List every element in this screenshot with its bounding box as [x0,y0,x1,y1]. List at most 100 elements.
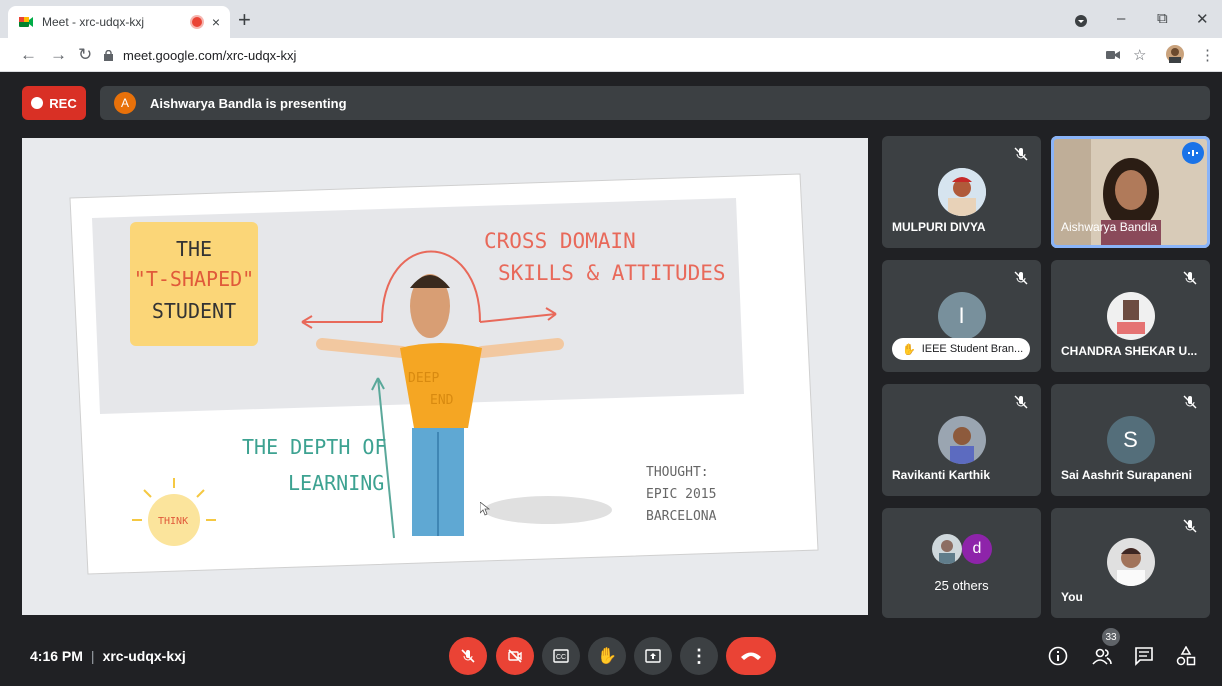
mic-off-icon [1183,395,1197,409]
participant-initial-avatar: d [962,534,992,564]
meeting-code: xrc-udqx-kxj [102,648,186,664]
shirt-text-1: DEEP [408,371,439,386]
camera-toggle-button[interactable] [496,637,534,675]
slide-cross-1: CROSS DOMAIN [484,229,636,253]
close-window-button[interactable]: ✕ [1196,10,1209,28]
slide-title-2: "T-SHAPED" [134,267,254,291]
chat-button[interactable] [1132,644,1156,668]
slide-title-3: STUDENT [152,299,236,323]
participant-name: CHANDRA SHEKAR U... [1061,344,1198,358]
mic-off-icon [1014,271,1028,285]
back-icon[interactable]: ← [20,45,37,65]
participants-button[interactable] [1090,644,1114,668]
slide-cross-2: SKILLS & ATTITUDES [498,261,726,285]
separator: | [90,648,95,664]
others-tile[interactable]: d 25 others [882,508,1041,618]
forward-icon[interactable]: → [50,45,67,65]
self-avatar [1106,538,1155,586]
info-icon [1048,646,1068,666]
profile-menu-icon[interactable] [1075,15,1087,27]
slide-depth-2: LEARNING [288,471,384,495]
chat-icon [1135,647,1153,666]
participant-tile[interactable]: CHANDRA SHEKAR U... [1051,260,1210,372]
present-screen-icon [645,649,661,663]
slide-depth-1: THE DEPTH OF [242,435,387,459]
others-count: 25 others [934,578,989,593]
participant-avatar: I [937,292,986,340]
rec-dot-icon [31,97,44,109]
reload-icon[interactable]: ↻ [78,45,92,65]
meet-favicon-icon [19,17,33,27]
participant-name: Sai Aashrit Surapaneni [1061,468,1192,482]
mouse-cursor-icon [480,502,490,516]
presenting-text: Aishwarya Bandla is presenting [150,95,347,111]
participant-tile[interactable]: I ✋ IEEE Student Bran... [882,260,1041,372]
leave-call-button[interactable] [726,637,776,675]
slide-credit-3: BARCELONA [646,509,717,524]
url-field[interactable]: meet.google.com/xrc-udqx-kxj [104,43,1104,67]
recording-badge[interactable]: REC [22,86,86,120]
hand-icon: ✋ [597,648,617,665]
present-now-button[interactable] [634,637,672,675]
mic-toggle-button[interactable] [449,637,487,675]
captions-button[interactable]: CC [542,637,580,675]
maximize-button[interactable]: ⧉ [1157,10,1168,27]
participant-name: Ravikanti Karthik [892,468,991,482]
participant-tile-active[interactable]: Aishwarya Bandla [1051,136,1210,248]
mic-off-icon [1014,395,1028,409]
raise-hand-button[interactable]: ✋ [588,637,626,675]
presenting-banner: A Aishwarya Bandla is presenting [100,86,1210,120]
participant-avatar: S [1106,416,1155,464]
presenter-avatar: A [114,92,136,114]
url-text: meet.google.com/xrc-udqx-kxj [123,47,297,63]
captions-icon: CC [553,649,569,663]
bulb-text: THINK [158,516,188,527]
camera-off-icon [508,649,522,663]
participant-name: You [1061,590,1083,604]
slide-title-1: THE [176,237,212,261]
mic-off-icon [1014,147,1028,161]
participant-tile[interactable]: S Sai Aashrit Surapaneni [1051,384,1210,496]
browser-tab[interactable]: Meet - xrc-udqx-kxj × [8,6,230,38]
camera-permission-icon[interactable] [1106,50,1120,60]
mic-off-icon [1183,271,1197,285]
new-tab-button[interactable]: + [238,9,251,31]
participant-name: MULPURI DIVYA [892,220,986,234]
speaking-indicator-icon [1182,142,1204,164]
slide-canvas: THE "T-SHAPED" STUDENT CROSS DOMAIN SKIL… [69,173,819,575]
svg-text:CC: CC [556,654,566,661]
shirt-text-2: END [430,393,454,408]
lock-icon [104,49,113,61]
slide-credit-1: THOUGHT: [646,465,709,480]
participant-name: IEEE Student Bran... [921,343,1024,355]
participant-avatar [932,534,962,564]
activities-icon [1176,646,1196,666]
participant-tile[interactable]: MULPURI DIVYA [882,136,1041,248]
activities-button[interactable] [1174,644,1198,668]
tab-close-button[interactable]: × [212,14,220,30]
mic-off-icon [1183,519,1197,533]
hand-raised-chip: ✋ IEEE Student Bran... [892,338,1030,360]
browser-menu-icon[interactable]: ⋮ [1200,46,1215,64]
more-vert-icon: ⋮ [690,645,708,666]
mic-off-icon [461,649,475,663]
profile-avatar-icon[interactable] [1166,45,1184,63]
participant-avatar [937,416,986,464]
meeting-info-button[interactable] [1046,644,1070,668]
self-tile[interactable]: You [1051,508,1210,618]
more-options-button[interactable]: ⋮ [680,637,718,675]
participants-count-badge: 33 [1102,628,1120,646]
tab-title: Meet - xrc-udqx-kxj [42,15,145,29]
recording-indicator-icon [191,17,202,27]
shadow-smudge [484,496,612,524]
bookmark-star-icon[interactable]: ☆ [1133,46,1146,64]
people-icon [1092,648,1112,665]
raised-hand-icon: ✋ [902,343,916,356]
presentation-stage: THE "T-SHAPED" STUDENT CROSS DOMAIN SKIL… [22,138,868,615]
meeting-details: 4:16 PM | xrc-udqx-kxj [30,648,186,664]
hang-up-icon [741,652,761,660]
participant-tile[interactable]: Ravikanti Karthik [882,384,1041,496]
meeting-time: 4:16 PM [30,648,83,664]
participant-avatar [1106,292,1155,340]
minimize-button[interactable]: – [1117,10,1125,27]
